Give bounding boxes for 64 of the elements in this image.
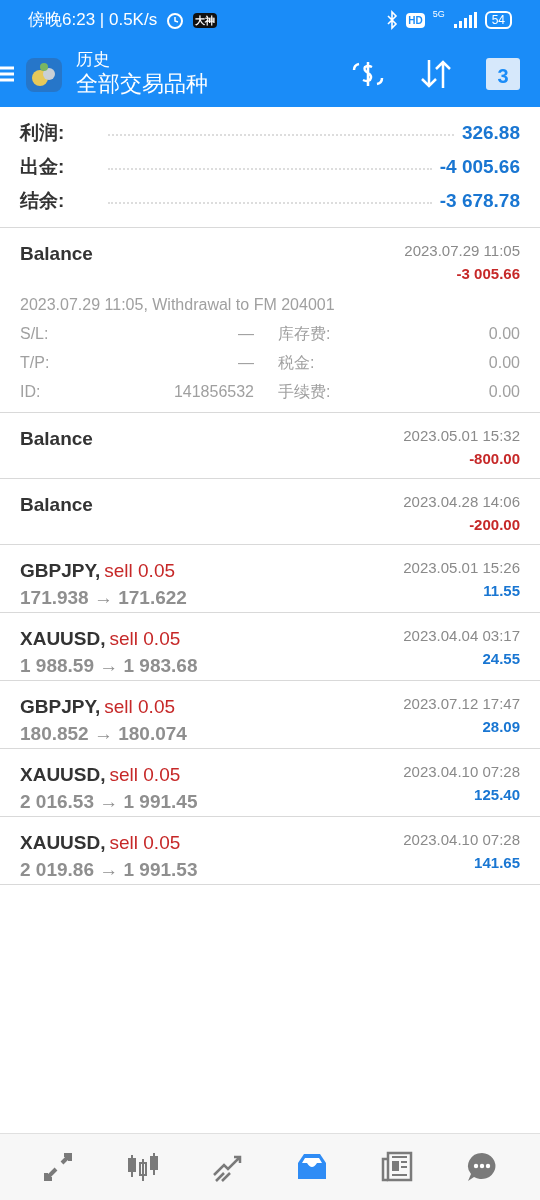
entry-time: 2023.04.10 07:28 xyxy=(403,830,520,850)
summary-value: -4 005.66 xyxy=(439,154,520,179)
detail-value: — xyxy=(238,324,254,344)
summary-label: 利润: xyxy=(20,120,66,145)
summary-label: 结余: xyxy=(20,188,66,213)
header-title: 全部交易品种 xyxy=(76,70,208,98)
entry-title: Balance xyxy=(20,242,93,266)
entry-title: Balance xyxy=(20,493,93,517)
price-range: 1 988.59 → 1 983.68 xyxy=(20,653,198,678)
order-side: sell 0.05 xyxy=(104,695,176,719)
entry-time: 2023.05.01 15:26 xyxy=(403,558,520,578)
detail-label: S/L: xyxy=(20,324,49,344)
hd-badge: HD xyxy=(406,12,425,28)
entry-time: 2023.04.28 14:06 xyxy=(403,492,520,512)
status-time: 傍晚6:23 | 0.5K/s xyxy=(28,9,158,32)
symbol: XAUUSD, xyxy=(20,627,106,651)
detail-label: 手续费: xyxy=(278,382,331,402)
battery-level: 54 xyxy=(484,11,512,29)
entry-time: 2023.04.04 03:17 xyxy=(403,626,520,646)
summary-value: 326.88 xyxy=(461,120,520,145)
detail-value: — xyxy=(238,353,254,373)
symbol: XAUUSD, xyxy=(20,831,106,855)
order-side: sell 0.05 xyxy=(104,559,176,583)
entry-amount: -800.00 xyxy=(469,448,520,469)
detail-label: 税金: xyxy=(278,353,315,373)
symbol: GBPJPY, xyxy=(20,695,101,719)
entry-time: 2023.07.12 17:47 xyxy=(403,694,520,714)
detail-value: 0.00 xyxy=(488,382,520,402)
entry-amount: -3 005.66 xyxy=(456,263,520,284)
entry-title: Balance xyxy=(20,427,93,451)
detail-label: ID: xyxy=(20,382,41,402)
entry-comment: 2023.07.29 11:05, Withdrawal to FM 204001 xyxy=(20,295,336,315)
signal-icon xyxy=(452,12,477,28)
entry-amount: 28.09 xyxy=(482,716,520,737)
entry-time: 2023.05.01 15:32 xyxy=(403,426,520,446)
price-range: 2 019.86 → 1 991.53 xyxy=(20,857,198,882)
entry-amount: 125.40 xyxy=(474,784,520,805)
header-subtitle: 历史 xyxy=(76,49,111,71)
order-side: sell 0.05 xyxy=(109,831,181,855)
entry-amount: 11.55 xyxy=(483,580,520,601)
detail-label: 库存费: xyxy=(278,324,331,344)
summary-value: -3 678.78 xyxy=(439,188,520,213)
entry-amount: 24.55 xyxy=(482,648,520,669)
order-side: sell 0.05 xyxy=(109,627,181,651)
order-side: sell 0.05 xyxy=(109,763,181,787)
app-badge: 大神 xyxy=(193,12,218,28)
entry-amount: -200.00 xyxy=(469,514,520,535)
calendar-button[interactable]: 3 xyxy=(486,57,520,90)
price-range: 180.852 → 180.074 xyxy=(20,721,187,746)
detail-value: 141856532 xyxy=(173,382,254,402)
entry-amount: 141.65 xyxy=(474,852,520,873)
network-label: 5G xyxy=(432,8,445,21)
price-range: 171.938 → 171.622 xyxy=(20,585,187,610)
symbol: XAUUSD, xyxy=(20,763,106,787)
alarm-clock-icon xyxy=(165,10,186,30)
price-range: 2 016.53 → 1 991.45 xyxy=(20,789,198,814)
entry-time: 2023.07.29 11:05 xyxy=(404,241,520,261)
symbol: GBPJPY, xyxy=(20,559,101,583)
detail-value: 0.00 xyxy=(488,353,520,373)
summary-label: 出金: xyxy=(20,154,66,179)
detail-value: 0.00 xyxy=(488,324,520,344)
detail-label: T/P: xyxy=(20,353,50,373)
entry-time: 2023.04.10 07:28 xyxy=(403,762,520,782)
bluetooth-icon xyxy=(386,10,399,30)
